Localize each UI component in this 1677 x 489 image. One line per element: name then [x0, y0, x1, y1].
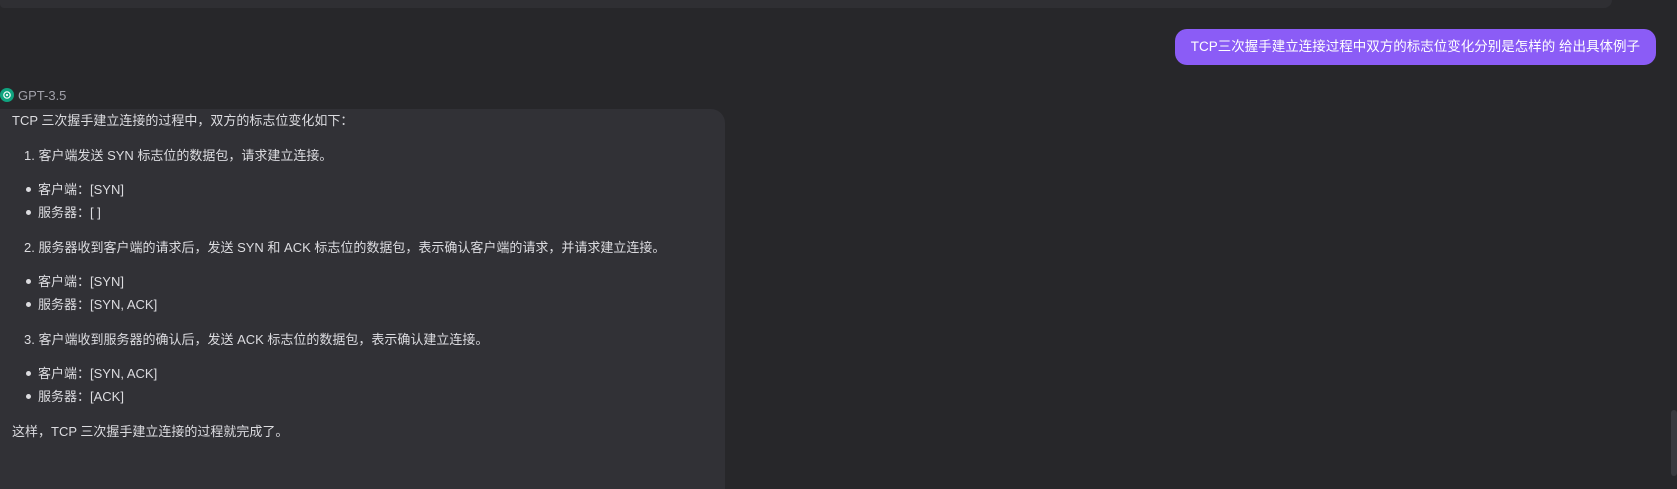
step-title: 1. 客户端发送 SYN 标志位的数据包，请求建立连接。 — [24, 148, 333, 163]
bullet-icon — [26, 371, 31, 376]
step-server-flags: 服务器：[ACK] — [38, 389, 124, 404]
user-message-bubble: TCP三次握手建立连接过程中双方的标志位变化分别是怎样的 给出具体例子 — [1174, 29, 1656, 65]
answer-intro: TCP 三次握手建立连接的过程中，双方的标志位变化如下： — [12, 113, 354, 128]
assistant-answer-card: TCP 三次握手建立连接的过程中，双方的标志位变化如下： 1. 客户端发送 SY… — [0, 109, 725, 489]
bullet-icon — [26, 210, 31, 215]
answer-conclusion: 这样，TCP 三次握手建立连接的过程就完成了。 — [12, 424, 289, 439]
bullet-icon — [26, 394, 31, 399]
step-client-flags: 客户端：[SYN] — [38, 274, 124, 289]
step-client-flags: 客户端：[SYN] — [38, 182, 124, 197]
openai-logo-icon — [0, 88, 14, 102]
model-name: GPT-3.5 — [18, 87, 67, 103]
top-panel-edge — [0, 0, 1612, 8]
step-server-flags: 服务器：[SYN, ACK] — [38, 297, 158, 312]
step-server-flags: 服务器：[ ] — [38, 205, 101, 220]
model-header: GPT-3.5 — [0, 86, 66, 104]
step-title: 3. 客户端收到服务器的确认后，发送 ACK 标志位的数据包，表示确认建立连接。 — [24, 332, 489, 347]
step-title: 2. 服务器收到客户端的请求后，发送 SYN 和 ACK 标志位的数据包，表示确… — [24, 240, 666, 255]
scrollbar[interactable] — [1671, 410, 1677, 476]
step-client-flags: 客户端：[SYN, ACK] — [38, 366, 158, 381]
bullet-icon — [26, 302, 31, 307]
bullet-icon — [26, 279, 31, 284]
bullet-icon — [26, 187, 31, 192]
